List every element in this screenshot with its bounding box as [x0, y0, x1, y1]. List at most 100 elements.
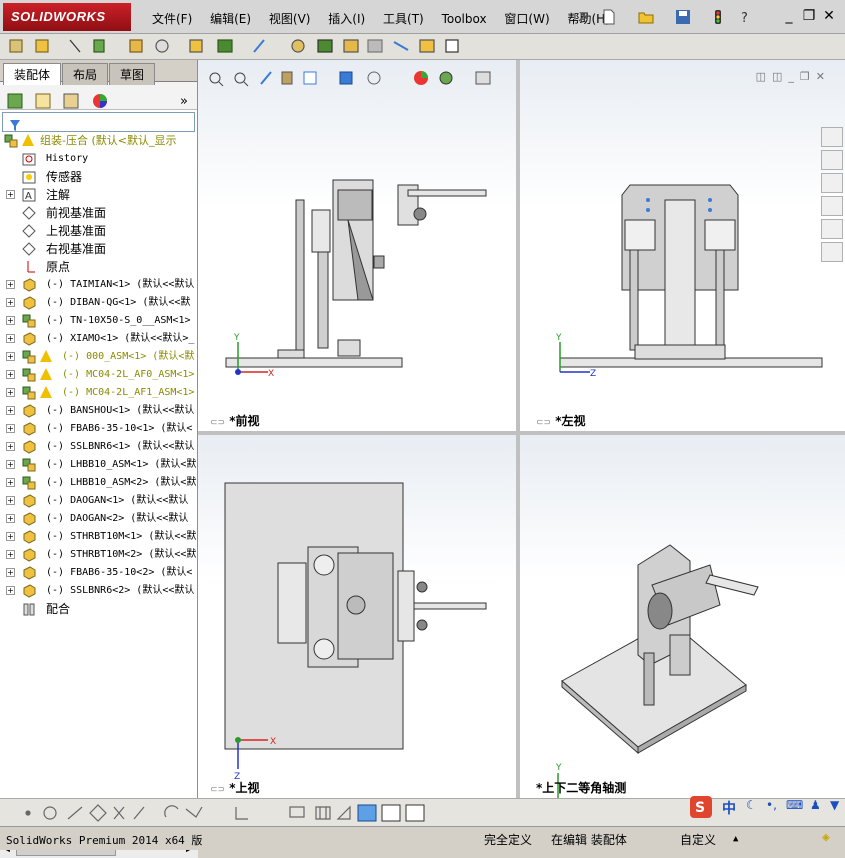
design-library-icon[interactable]	[821, 150, 843, 170]
new-document-icon[interactable]	[601, 9, 617, 25]
restore-icon[interactable]: ❐	[799, 8, 819, 24]
filter-field[interactable]	[2, 112, 195, 132]
tree-item[interactable]: 配合	[0, 600, 198, 618]
rebuild-tag-icon[interactable]: ◈	[822, 830, 830, 845]
appearances-icon[interactable]	[821, 219, 843, 239]
tree-item[interactable]: + (-) MC04-2L_AF1_ASM<1>	[0, 384, 198, 402]
viewport-left[interactable]: ◫◫_❐✕ Y Z ⊂⊃ *左视	[520, 60, 845, 431]
split-vertical-icon[interactable]: ◫	[756, 70, 772, 83]
viewport-close-icon[interactable]: ✕	[816, 70, 831, 83]
file-explorer-icon[interactable]	[821, 173, 843, 193]
save-icon[interactable]	[675, 9, 691, 25]
pin-icon[interactable]	[575, 9, 591, 25]
skin-icon[interactable]: ▼	[830, 798, 839, 812]
tree-item[interactable]: + (-) DAOGAN<1> (默认<<默认	[0, 492, 198, 510]
tree-item[interactable]: + (-) SSLBNR6<1> (默认<<默认	[0, 438, 198, 456]
solidworks-logo[interactable]: SOLIDWORKS	[3, 3, 131, 31]
expand-toggle-icon[interactable]: +	[6, 568, 15, 577]
horizontal-viewport-divider[interactable]	[198, 431, 845, 435]
tree-item[interactable]: 前视基准面	[0, 204, 198, 222]
tree-item[interactable]: 上视基准面	[0, 222, 198, 240]
viewport-top[interactable]: X Z ⊂⊃ *上视	[198, 435, 516, 798]
view-link-icon[interactable]: ⊂⊃	[210, 785, 225, 795]
tree-item[interactable]: + (-) STHRBT10M<1> (默认<<默	[0, 528, 198, 546]
expand-toggle-icon[interactable]: +	[6, 316, 15, 325]
tree-root-assembly[interactable]: 组装-压合 (默认<默认_显示	[0, 132, 198, 150]
menu-toolbox[interactable]: Toolbox	[442, 12, 487, 26]
expand-toggle-icon[interactable]: +	[6, 532, 15, 541]
expand-toggle-icon[interactable]: +	[6, 298, 15, 307]
menu-view[interactable]: 视图(V)	[269, 12, 311, 26]
viewport-restore-icon[interactable]: ❐	[800, 70, 816, 83]
heads-up-view-toolbar[interactable]	[206, 68, 506, 88]
tab-sketch[interactable]: 草图	[109, 63, 156, 85]
graphics-area[interactable]: Y X ⊂⊃ *前视 ◫◫_❐✕ Y Z ⊂⊃ *左视 X Z ⊂⊃ *上视 Y…	[198, 60, 845, 817]
view-palette-icon[interactable]	[821, 196, 843, 216]
tree-item[interactable]: 传感器	[0, 168, 198, 186]
view-link-icon[interactable]: ⊂⊃	[210, 418, 225, 428]
view-link-icon[interactable]: ⊂⊃	[536, 418, 551, 428]
expand-toggle-icon[interactable]: +	[6, 442, 15, 451]
tree-item[interactable]: + (-) SSLBNR6<2> (默认<<默认	[0, 582, 198, 600]
tree-item[interactable]: 原点	[0, 258, 198, 276]
expand-toggle-icon[interactable]: +	[6, 586, 15, 595]
tree-item[interactable]: + (-) DIBAN-QG<1> (默认<<默	[0, 294, 198, 312]
tree-item[interactable]: + A 注解	[0, 186, 198, 204]
moon-icon[interactable]: ☾	[746, 798, 757, 812]
sketch-tools-icons[interactable]	[6, 801, 426, 825]
ime-language[interactable]: 中	[722, 798, 736, 818]
expand-toggle-icon[interactable]: +	[6, 280, 15, 289]
tree-item[interactable]: + (-) LHBB10_ASM<1> (默认<默	[0, 456, 198, 474]
custom-properties-icon[interactable]	[821, 242, 843, 262]
tree-item[interactable]: + (-) BANSHOU<1> (默认<<默认	[0, 402, 198, 420]
tree-item[interactable]: + (-) LHBB10_ASM<2> (默认<默	[0, 474, 198, 492]
tree-item[interactable]: + (-) STHRBT10M<2> (默认<<默	[0, 546, 198, 564]
tab-assembly[interactable]: 装配体	[3, 63, 62, 85]
tree-item[interactable]: + (-) TN-10X50-S_0__ASM<1>	[0, 312, 198, 330]
split-horizontal-icon[interactable]: ◫	[772, 70, 788, 83]
tree-item[interactable]: + (-) DAOGAN<2> (默认<<默认	[0, 510, 198, 528]
vertical-viewport-divider[interactable]	[516, 60, 520, 798]
expand-toggle-icon[interactable]: +	[6, 514, 15, 523]
tree-item[interactable]: + (-) MC04-2L_AF0_ASM<1>	[0, 366, 198, 384]
keyboard-icon[interactable]: ⌨	[786, 798, 803, 812]
display-manager-icon[interactable]	[90, 91, 110, 111]
expand-toggle-icon[interactable]: +	[6, 460, 15, 469]
home-icon[interactable]	[821, 127, 843, 147]
tree-item[interactable]: + (-) FBAB6-35-10<1> (默认<	[0, 420, 198, 438]
expand-toggle-icon[interactable]: +	[6, 352, 15, 361]
menu-edit[interactable]: 编辑(E)	[210, 12, 251, 26]
minimize-icon[interactable]: _	[779, 8, 799, 24]
expand-toggle-icon[interactable]: +	[6, 478, 15, 487]
open-folder-icon[interactable]	[638, 9, 654, 25]
expand-toggle-icon[interactable]: +	[6, 550, 15, 559]
tree-item[interactable]: + (-) FBAB6-35-10<2> (默认<	[0, 564, 198, 582]
close-icon[interactable]: ✕	[819, 8, 839, 24]
tree-item[interactable]: 右视基准面	[0, 240, 198, 258]
menu-tools[interactable]: 工具(T)	[383, 12, 424, 26]
expand-toggle-icon[interactable]: +	[6, 424, 15, 433]
expand-toggle-icon[interactable]: +	[6, 334, 15, 343]
expand-panel-icon[interactable]: »	[180, 94, 188, 109]
menu-window[interactable]: 窗口(W)	[504, 12, 549, 26]
toolbar-icons[interactable]	[6, 36, 476, 58]
expand-toggle-icon[interactable]: +	[6, 388, 15, 397]
expand-toggle-icon[interactable]: +	[6, 370, 15, 379]
feature-manager-icon[interactable]	[6, 91, 26, 111]
menu-insert[interactable]: 插入(I)	[328, 12, 365, 26]
units-dropdown-icon[interactable]: ▲	[733, 834, 738, 844]
user-icon[interactable]: ♟	[810, 798, 821, 812]
sogou-s-icon[interactable]: S	[690, 796, 712, 818]
punctuation-icon[interactable]: •,	[766, 798, 777, 812]
tree-item[interactable]: + (-) XIAMO<1> (默认<<默认>_	[0, 330, 198, 348]
menu-file[interactable]: 文件(F)	[152, 12, 192, 26]
viewport-iso[interactable]: Y X Z *上下二等角轴测	[520, 435, 845, 817]
status-units[interactable]: 自定义	[680, 831, 716, 848]
rebuild-traffic-light-icon[interactable]	[710, 9, 726, 25]
viewport-minimize-icon[interactable]: _	[788, 70, 800, 83]
expand-toggle-icon[interactable]: +	[6, 406, 15, 415]
tree-item[interactable]: History	[0, 150, 198, 168]
help-question-icon[interactable]: ?	[738, 9, 754, 25]
tree-item[interactable]: + (-) 000_ASM<1> (默认<默	[0, 348, 198, 366]
tree-item[interactable]: + (-) TAIMIAN<1> (默认<<默认	[0, 276, 198, 294]
